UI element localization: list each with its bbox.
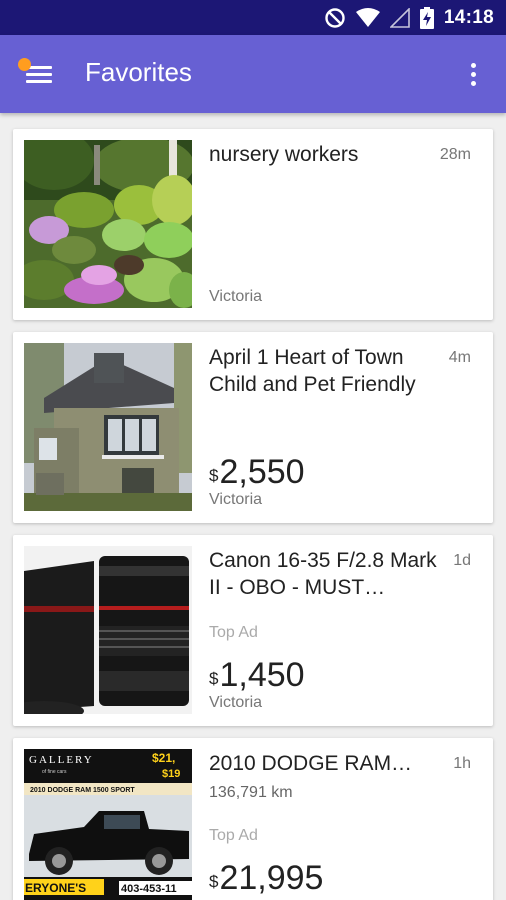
price-value: 21,995: [219, 859, 324, 897]
status-bar: 14:18: [0, 0, 506, 35]
top-ad-badge: Top Ad: [209, 827, 258, 844]
truck-ad-tagline: of fine cars: [42, 769, 67, 775]
price-value: 2,550: [219, 453, 305, 491]
currency-symbol: $: [209, 669, 219, 688]
truck-ad-price-top: $21,: [152, 751, 175, 765]
listing-price: $21,995: [209, 858, 323, 898]
listing-thumbnail: [24, 140, 192, 308]
listing-title: 2010 DODGE RAM…: [209, 752, 413, 775]
listing-price: $2,550: [209, 452, 305, 492]
listing-location: Victoria: [209, 288, 263, 305]
notification-dot: [18, 58, 31, 71]
listing-card[interactable]: nursery workers 28m Victoria: [13, 129, 493, 320]
more-options-button[interactable]: [460, 59, 488, 91]
top-ad-badge: Top Ad: [209, 624, 258, 641]
truck-ad-banner: 2010 DODGE RAM 1500 SPORT: [30, 787, 135, 794]
currency-symbol: $: [209, 466, 219, 485]
favorites-list[interactable]: nursery workers 28m Victoria April 1 Hea…: [0, 113, 506, 900]
listing-age: 1d: [453, 552, 471, 569]
listing-title: April 1 Heart of Town Child and Pet Frie…: [209, 346, 416, 396]
battery-charging-icon: [419, 6, 434, 29]
signal-icon: [389, 7, 410, 28]
page-title: Favorites: [85, 57, 192, 87]
currency-symbol: $: [209, 872, 219, 891]
listing-mileage: 136,791 km: [209, 784, 293, 801]
wifi-icon: [355, 7, 380, 27]
listing-location: Victoria: [209, 491, 263, 508]
listing-thumbnail: [24, 343, 192, 511]
listing-title: nursery workers: [209, 143, 359, 166]
listing-card[interactable]: Canon 16-35 F/2.8 Mark II - OBO - MUST… …: [13, 535, 493, 726]
listing-thumbnail: [24, 546, 192, 714]
listing-title: Canon 16-35 F/2.8 Mark II - OBO - MUST…: [209, 549, 437, 599]
garden-photo: [24, 140, 192, 308]
menu-button[interactable]: [16, 53, 60, 97]
truck-ad-photo: GALLERY of fine cars $21, $19 2010 DODGE…: [24, 749, 192, 900]
truck-ad-slogan: ERYONE'S: [25, 881, 86, 895]
camera-lens-photo: [24, 546, 192, 714]
listing-age: 28m: [439, 146, 471, 163]
listing-age: 1h: [453, 755, 471, 772]
listing-age: 4m: [448, 349, 471, 366]
listing-card[interactable]: GALLERY of fine cars $21, $19 2010 DODGE…: [13, 738, 493, 900]
listing-location: Victoria: [209, 694, 263, 711]
listing-thumbnail: GALLERY of fine cars $21, $19 2010 DODGE…: [24, 749, 192, 900]
status-time: 14:18: [443, 6, 494, 28]
listing-card[interactable]: April 1 Heart of Town Child and Pet Frie…: [13, 332, 493, 523]
app-bar: Favorites: [0, 35, 506, 113]
price-value: 1,450: [219, 656, 305, 694]
truck-ad-phone: 403-453-11: [121, 883, 177, 895]
truck-ad-brand: GALLERY: [29, 754, 94, 766]
house-photo: [24, 343, 192, 511]
more-vert-icon: [471, 63, 476, 68]
truck-ad-price-sub: $19: [162, 768, 180, 780]
listing-price: $1,450: [209, 655, 305, 695]
do-not-disturb-icon: [325, 7, 345, 28]
